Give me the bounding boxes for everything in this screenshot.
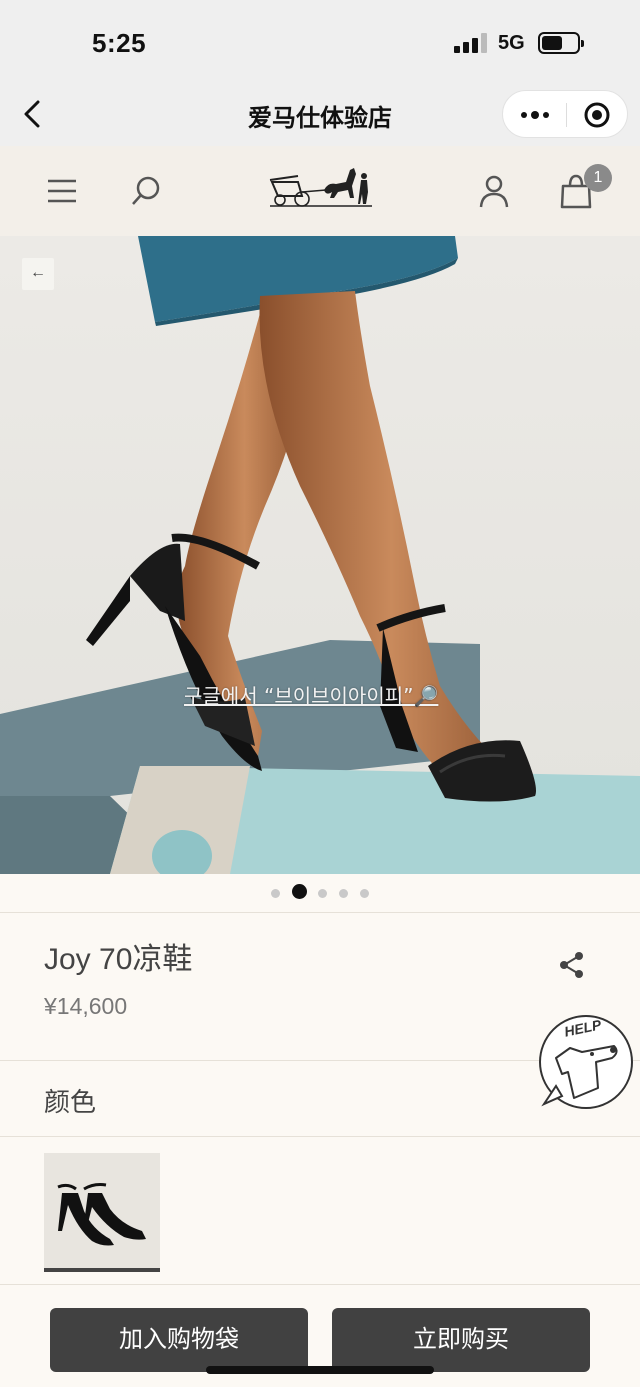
divider [0,912,640,913]
carousel-dot-active[interactable] [292,884,307,899]
hamburger-icon[interactable] [42,171,82,211]
buy-now-button[interactable]: 立即购买 [332,1308,590,1372]
signal-icon [454,33,488,53]
product-price: ¥14,600 [44,993,128,1019]
target-icon[interactable] [583,101,611,129]
carousel-dot[interactable] [339,889,348,898]
hero-photo [0,236,640,874]
user-icon[interactable] [474,171,514,211]
nav-bar: 爱马仕体验店 [0,82,640,146]
store-header: 1 [0,146,640,236]
search-icon[interactable] [126,171,166,211]
hero-watermark: 구글에서 “브이브이아이피”🔎 [184,684,439,708]
carousel-dot[interactable] [360,889,369,898]
product-hero-image[interactable]: ← 구글에서 “브이브이아이피”🔎 [0,236,640,874]
hermes-carriage-logo[interactable] [268,162,374,218]
color-label: 颜色 [44,1087,97,1117]
divider [0,1136,640,1137]
help-chat-button[interactable]: HELP [534,1012,634,1116]
selected-swatch-underline [44,1268,160,1272]
share-icon[interactable] [558,950,586,980]
product-name: Joy 70凉鞋 [44,943,193,976]
battery-icon [538,32,584,54]
add-to-bag-button[interactable]: 加入购物袋 [50,1308,308,1372]
carousel-dot[interactable] [271,889,280,898]
bag-count-badge: 1 [584,164,612,192]
network-label: 5G [498,32,525,54]
mini-program-capsule [502,90,628,138]
status-bar: 5:25 5G [0,0,640,82]
color-swatch-black[interactable] [44,1153,160,1269]
swatch-sandal-image [44,1153,160,1269]
carousel-dots [0,874,640,912]
carousel-dot[interactable] [318,889,327,898]
capsule-separator [566,103,567,127]
hero-back-button[interactable]: ← [22,258,54,290]
status-time: 5:25 [92,28,147,58]
more-dots-icon[interactable] [517,103,553,127]
home-indicator[interactable] [206,1366,434,1374]
divider [0,1284,640,1285]
